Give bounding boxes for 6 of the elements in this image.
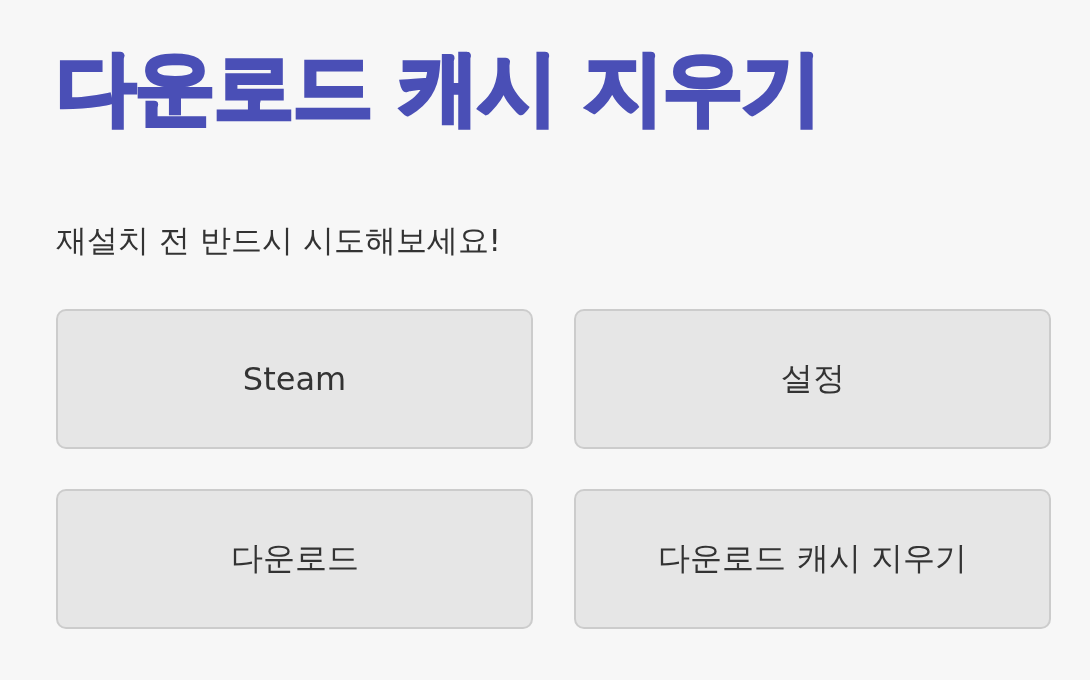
subtitle-text: 재설치 전 반드시 시도해보세요! (56, 221, 502, 260)
step-button[interactable]: 다운로드 (56, 489, 533, 629)
step-button[interactable]: 설정 (574, 309, 1051, 449)
step-button[interactable]: Steam (56, 309, 533, 449)
page-title: 다운로드 캐시 지우기 (56, 40, 822, 136)
step-button[interactable]: 다운로드 캐시 지우기 (574, 489, 1051, 629)
